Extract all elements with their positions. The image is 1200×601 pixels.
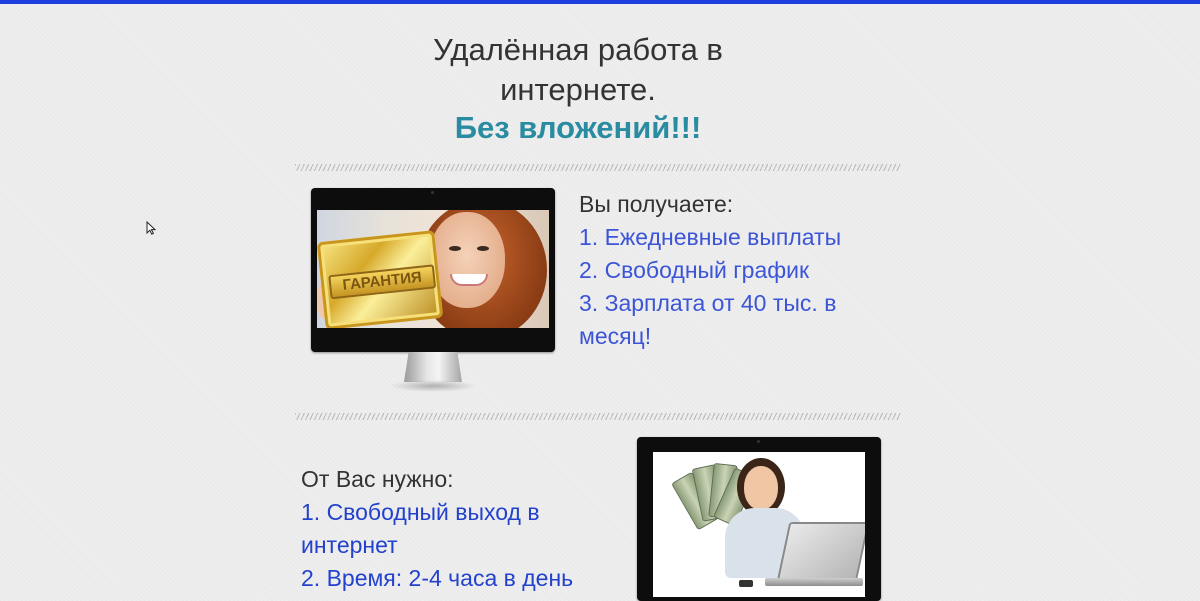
page-title: Удалённая работа в интернете. bbox=[378, 30, 778, 110]
requirements-list: От Вас нужно: 1. Свободный выход в интер… bbox=[301, 463, 601, 595]
monitor-shadow bbox=[389, 380, 477, 392]
woman-smile bbox=[450, 274, 488, 286]
monitor-bezel: ГАРАНТИЯ bbox=[311, 188, 555, 352]
woman-face bbox=[744, 466, 778, 510]
laptop-base bbox=[765, 578, 863, 586]
woman-eye bbox=[449, 246, 461, 251]
benefit-item: 1. Ежедневные выплаты bbox=[579, 224, 842, 250]
gold-plate: ГАРАНТИЯ bbox=[317, 230, 444, 328]
page-title-line-1: Удалённая работа в bbox=[433, 32, 723, 67]
benefit-item: 3. Зарплата от 40 тыс. в месяц! bbox=[579, 290, 837, 349]
laptop bbox=[776, 522, 865, 582]
requirements-heading: От Вас нужно: bbox=[301, 466, 454, 492]
monitor-bezel bbox=[637, 437, 881, 601]
requirement-item: 1. Свободный выход в интернет bbox=[301, 499, 540, 558]
benefit-item: 2. Свободный график bbox=[579, 257, 810, 283]
benefits-heading: Вы получаете: bbox=[579, 191, 734, 217]
monitor-camera bbox=[757, 440, 760, 443]
page-title-line-2: интернете. bbox=[500, 72, 656, 107]
monitor-stand bbox=[404, 352, 462, 382]
monitor-laptop-image bbox=[637, 437, 881, 601]
page-subtitle: Без вложений!!! bbox=[454, 110, 702, 145]
benefits-list: Вы получаете: 1. Ежедневные выплаты 2. С… bbox=[579, 188, 869, 353]
requirement-item: 2. Время: 2-4 часа в день bbox=[301, 565, 574, 591]
monitor-camera bbox=[431, 191, 434, 194]
woman-laptop-photo bbox=[653, 452, 865, 597]
guarantee-photo: ГАРАНТИЯ bbox=[317, 210, 549, 328]
monitor-guarantee-image: ГАРАНТИЯ bbox=[311, 188, 555, 400]
top-accent-bar bbox=[0, 0, 1200, 4]
woman-eye bbox=[477, 246, 489, 251]
phone bbox=[739, 580, 753, 587]
hatched-divider bbox=[295, 164, 901, 171]
guarantee-label: ГАРАНТИЯ bbox=[328, 264, 437, 300]
hatched-divider bbox=[295, 413, 901, 420]
